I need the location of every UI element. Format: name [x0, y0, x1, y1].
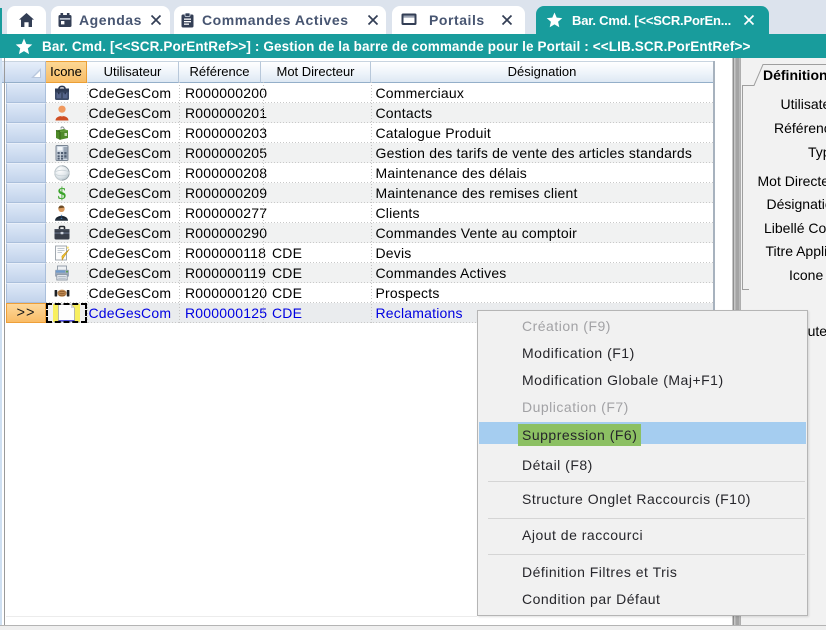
svg-text:$: $ [58, 185, 67, 201]
